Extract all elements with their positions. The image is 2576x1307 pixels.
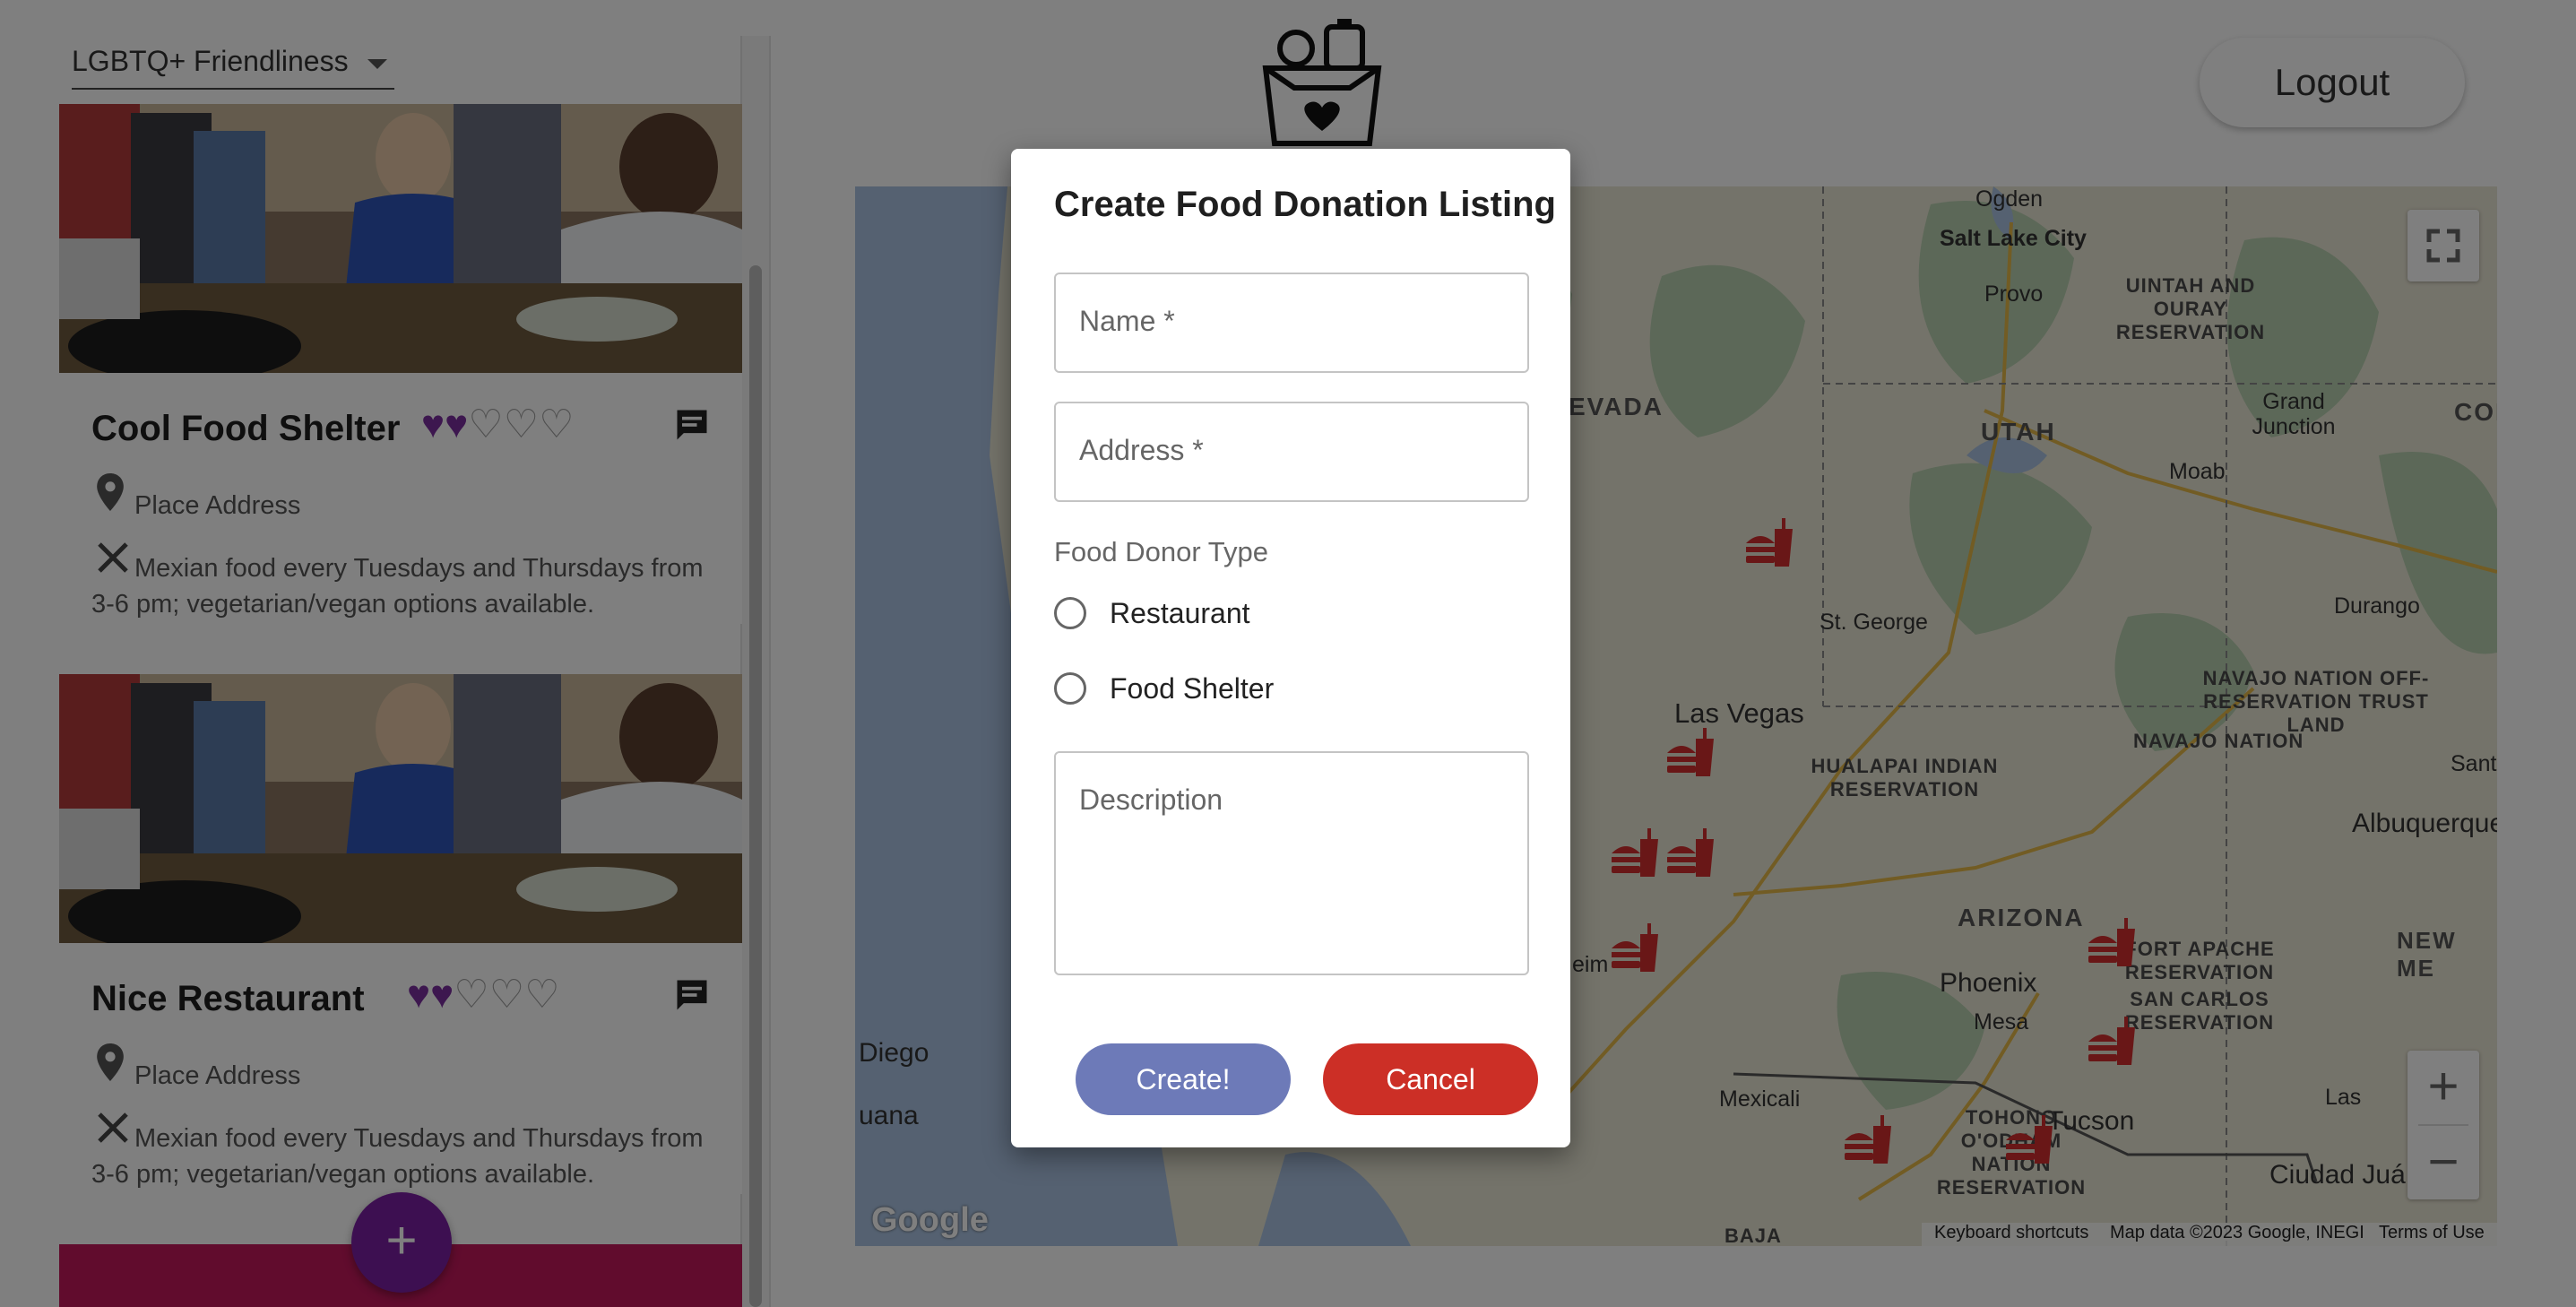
radio-circle (1054, 597, 1086, 629)
address-field-placeholder: Address * (1079, 434, 1204, 466)
create-listing-dialog: Create Food Donation Listing Name * Addr… (1011, 149, 1570, 1147)
radio-food-shelter-label: Food Shelter (1110, 672, 1275, 705)
create-button[interactable]: Create! (1076, 1043, 1291, 1115)
name-field[interactable]: Name * (1054, 273, 1529, 373)
description-field[interactable]: Description (1054, 751, 1529, 975)
dialog-title: Create Food Donation Listing (1054, 185, 1556, 224)
radio-restaurant[interactable]: Restaurant (1054, 592, 1323, 636)
donor-type-label: Food Donor Type (1054, 536, 1268, 567)
name-field-placeholder: Name * (1079, 305, 1175, 337)
description-field-placeholder: Description (1079, 783, 1223, 816)
address-field[interactable]: Address * (1054, 402, 1529, 502)
cancel-button[interactable]: Cancel (1323, 1043, 1538, 1115)
radio-food-shelter[interactable]: Food Shelter (1054, 667, 1323, 712)
radio-restaurant-label: Restaurant (1110, 597, 1250, 629)
radio-circle (1054, 672, 1086, 705)
